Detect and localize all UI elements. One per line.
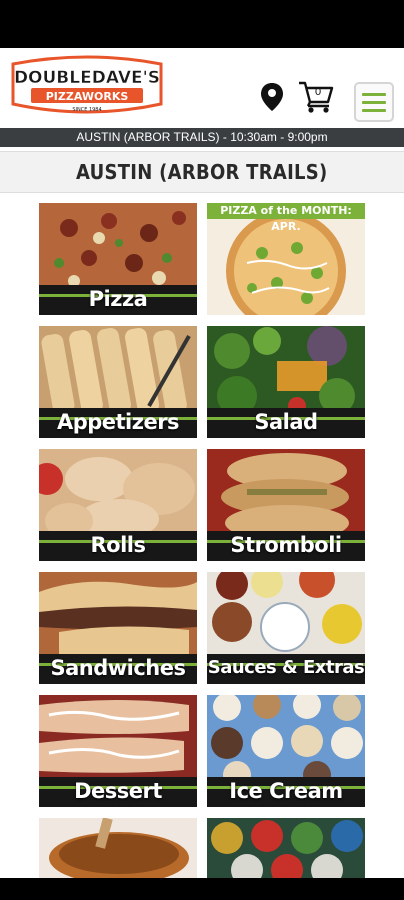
- beverages-photo: [207, 818, 365, 878]
- doubledaves-logo[interactable]: DOUBLEDAVE'S PIZZAWORKS SINCE 1984: [9, 54, 165, 120]
- category-tile-rolls[interactable]: Rolls: [39, 449, 197, 561]
- map-pin-icon[interactable]: [260, 82, 284, 112]
- category-tile-pizza[interactable]: Pizza: [39, 203, 197, 315]
- category-tile-drinks[interactable]: [39, 818, 197, 878]
- category-label: Stromboli: [230, 533, 342, 557]
- category-label: Pizza: [88, 287, 148, 311]
- category-tile-dessert[interactable]: Dessert: [39, 695, 197, 807]
- location-title: AUSTIN (ARBOR TRAILS): [76, 160, 328, 184]
- category-label: Ice Cream: [229, 779, 343, 803]
- category-tile-pizza-of-the-month[interactable]: PIZZA of the MONTH: APR.: [207, 203, 365, 315]
- category-tile-appetizers[interactable]: Appetizers: [39, 326, 197, 438]
- status-bar: [0, 0, 404, 48]
- category-tile-stromboli[interactable]: Stromboli: [207, 449, 365, 561]
- category-tile-ice-cream[interactable]: Ice Cream: [207, 695, 365, 807]
- category-tile-sandwiches[interactable]: Sandwiches: [39, 572, 197, 684]
- logo-text-since: SINCE 1984: [72, 107, 101, 113]
- category-label: Rolls: [90, 533, 147, 557]
- cart-count-badge: 0: [315, 86, 322, 98]
- category-label: Dessert: [74, 779, 162, 803]
- pizza-of-month-banner: PIZZA of the MONTH: APR.: [207, 203, 365, 233]
- logo-text-doubledaves: DOUBLEDAVE'S: [14, 68, 160, 88]
- category-tile-sauces-extras[interactable]: Sauces & Extras: [207, 572, 365, 684]
- location-header[interactable]: AUSTIN (ARBOR TRAILS): [0, 151, 404, 193]
- hamburger-menu-button[interactable]: [354, 82, 394, 122]
- category-tile-beverages[interactable]: [207, 818, 365, 878]
- store-hours-bar: AUSTIN (ARBOR TRAILS) - 10:30am - 9:00pm: [0, 128, 404, 147]
- hamburger-menu-icon: [362, 92, 386, 96]
- navigation-bar: [0, 878, 404, 900]
- category-label: Salad: [254, 410, 318, 434]
- category-tile-salad[interactable]: Salad: [207, 326, 365, 438]
- category-label: Appetizers: [56, 410, 180, 434]
- drinks-photo: [39, 818, 197, 878]
- category-label: Sauces & Extras: [207, 657, 365, 678]
- app-header: DOUBLEDAVE'S PIZZAWORKS SINCE 1984 0: [0, 48, 404, 128]
- logo-text-pizzaworks: PIZZAWORKS: [46, 90, 129, 103]
- category-label: Sandwiches: [50, 656, 186, 680]
